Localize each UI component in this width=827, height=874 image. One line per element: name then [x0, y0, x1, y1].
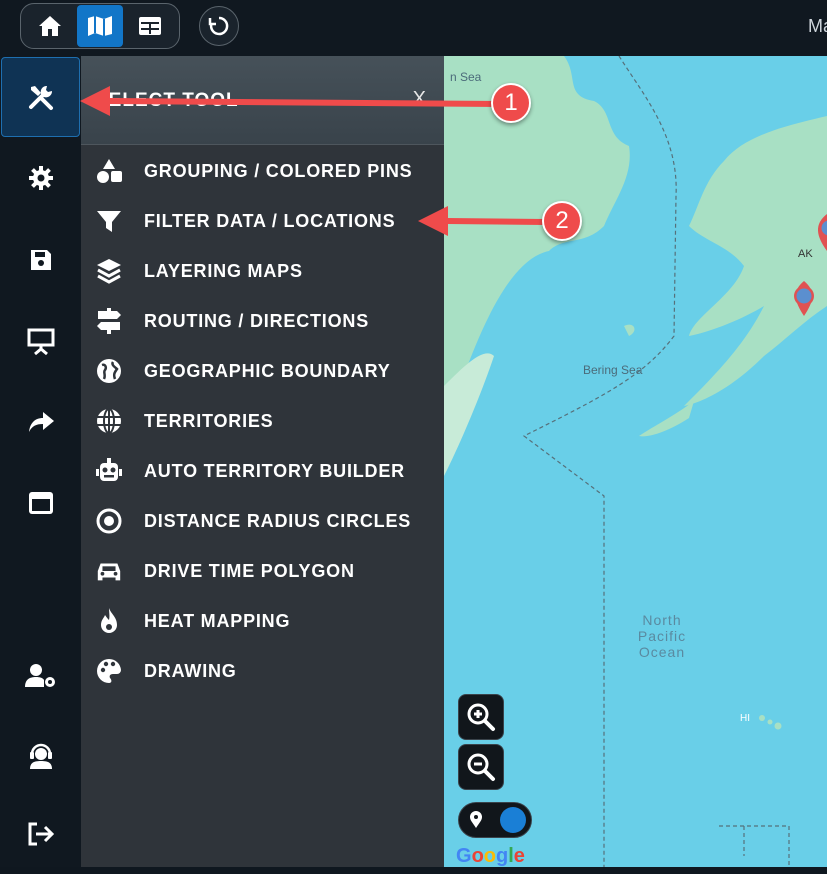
- pin-toggle[interactable]: [458, 802, 532, 838]
- select-tool-panel: SELECT TOOL X GROUPING / COLORED PINS FI…: [81, 56, 444, 867]
- logout-icon: [27, 821, 55, 847]
- layers-icon: [95, 257, 123, 285]
- tools-icon: [27, 83, 55, 111]
- tool-drive-time-polygon[interactable]: DRIVE TIME POLYGON: [81, 546, 444, 596]
- tool-heat-mapping[interactable]: HEAT MAPPING: [81, 596, 444, 646]
- map-view-button[interactable]: [77, 5, 123, 47]
- map-label-ocean: North Pacific Ocean: [627, 612, 697, 660]
- robot-icon: [95, 457, 123, 485]
- rail-support-button[interactable]: [0, 716, 81, 796]
- rail-share-button[interactable]: [0, 382, 81, 462]
- save-icon: [29, 248, 53, 272]
- home-icon: [38, 15, 62, 37]
- tool-label: LAYERING MAPS: [144, 261, 303, 282]
- tool-grouping-colored-pins[interactable]: GROUPING / COLORED PINS: [81, 146, 444, 196]
- globe-icon: [95, 357, 123, 385]
- map-label-bering-sea: Bering Sea: [583, 363, 642, 377]
- zoom-out-icon: [466, 752, 496, 782]
- view-switcher: [20, 3, 180, 49]
- filter-icon: [95, 207, 123, 235]
- annotation-badge-1: 1: [491, 83, 531, 123]
- panel-header: SELECT TOOL X: [81, 56, 444, 145]
- tool-label: DISTANCE RADIUS CIRCLES: [144, 511, 411, 532]
- rail-window-button[interactable]: [0, 463, 81, 543]
- tool-routing-directions[interactable]: ROUTING / DIRECTIONS: [81, 296, 444, 346]
- top-right-label: Ma: [808, 16, 827, 37]
- location-pin-icon: [469, 811, 483, 829]
- table-view-button[interactable]: [127, 5, 173, 47]
- top-bar: Ma: [0, 0, 827, 56]
- refresh-icon: [208, 15, 230, 37]
- flame-icon: [95, 607, 123, 635]
- tool-label: DRAWING: [144, 661, 237, 682]
- share-icon: [27, 410, 55, 434]
- map-icon: [87, 15, 113, 37]
- table-icon: [138, 16, 162, 36]
- rail-logout-button[interactable]: [0, 794, 81, 874]
- tool-label: FILTER DATA / LOCATIONS: [144, 211, 395, 232]
- map-label-ak: AK: [798, 248, 813, 260]
- user-settings-icon: [25, 663, 57, 689]
- zoom-in-icon: [466, 702, 496, 732]
- presentation-icon: [27, 327, 55, 355]
- rail-save-button[interactable]: [0, 220, 81, 300]
- map-label-hi: HI: [740, 713, 750, 724]
- toggle-knob: [500, 807, 526, 833]
- refresh-button[interactable]: [199, 6, 239, 46]
- signpost-icon: [95, 307, 123, 335]
- zoom-in-button[interactable]: [458, 694, 504, 740]
- home-button[interactable]: [27, 5, 73, 47]
- rail-presentation-button[interactable]: [0, 301, 81, 381]
- map-canvas[interactable]: n Sea Bering Sea AK HI North Pacific Oce…: [444, 56, 827, 867]
- tool-label: DRIVE TIME POLYGON: [144, 561, 355, 582]
- grid-globe-icon: [95, 407, 123, 435]
- shapes-icon: [95, 157, 123, 185]
- support-icon: [28, 742, 54, 770]
- left-rail: [0, 56, 81, 867]
- rail-settings-button[interactable]: [0, 138, 81, 218]
- palette-icon: [95, 657, 123, 685]
- gear-icon: [28, 165, 54, 191]
- google-logo: Google: [456, 845, 525, 867]
- rail-tools-button[interactable]: [1, 57, 80, 137]
- annotation-badge-2: 2: [542, 201, 582, 241]
- tool-layering-maps[interactable]: LAYERING MAPS: [81, 246, 444, 296]
- window-icon: [28, 491, 54, 515]
- tool-label: ROUTING / DIRECTIONS: [144, 311, 369, 332]
- panel-title: SELECT TOOL: [95, 90, 239, 112]
- close-icon[interactable]: X: [413, 88, 426, 111]
- tool-label: TERRITORIES: [144, 411, 273, 432]
- tool-label: HEAT MAPPING: [144, 611, 290, 632]
- map-label-sea: n Sea: [450, 70, 481, 84]
- tool-list: GROUPING / COLORED PINS FILTER DATA / LO…: [81, 146, 444, 696]
- tool-auto-territory-builder[interactable]: AUTO TERRITORY BUILDER: [81, 446, 444, 496]
- zoom-out-button[interactable]: [458, 744, 504, 790]
- radius-icon: [95, 507, 123, 535]
- car-icon: [95, 557, 123, 585]
- rail-user-settings-button[interactable]: [0, 636, 81, 716]
- tool-label: AUTO TERRITORY BUILDER: [144, 461, 405, 482]
- tool-label: GEOGRAPHIC BOUNDARY: [144, 361, 391, 382]
- tool-drawing[interactable]: DRAWING: [81, 646, 444, 696]
- tool-distance-radius-circles[interactable]: DISTANCE RADIUS CIRCLES: [81, 496, 444, 546]
- tool-label: GROUPING / COLORED PINS: [144, 161, 412, 182]
- tool-territories[interactable]: TERRITORIES: [81, 396, 444, 446]
- tool-filter-data-locations[interactable]: FILTER DATA / LOCATIONS: [81, 196, 444, 246]
- tool-geographic-boundary[interactable]: GEOGRAPHIC BOUNDARY: [81, 346, 444, 396]
